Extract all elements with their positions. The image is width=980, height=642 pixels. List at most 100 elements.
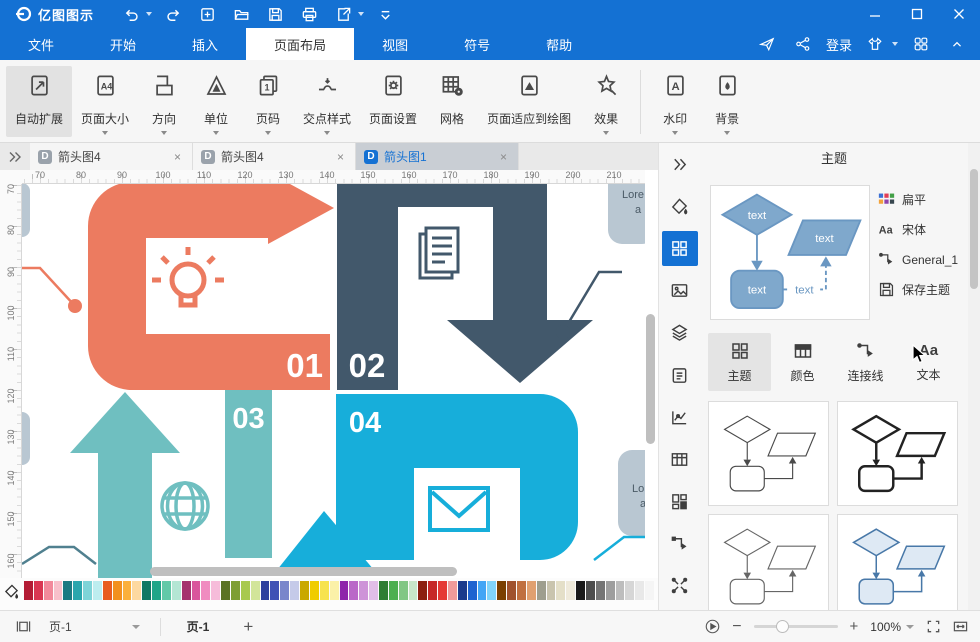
color-swatch[interactable]: [438, 581, 447, 600]
personalize-shirt-icon[interactable]: [862, 33, 888, 55]
shrink-icon[interactable]: [662, 568, 698, 603]
ribbon-button-auto-expand[interactable]: 自动扩展: [6, 66, 72, 137]
connector-orange[interactable]: [22, 268, 82, 313]
color-swatch[interactable]: [487, 581, 496, 600]
color-swatch[interactable]: [527, 581, 536, 600]
expand-library-panel-icon[interactable]: [0, 143, 30, 170]
menu-tab-开始[interactable]: 开始: [82, 28, 164, 60]
callout-top-right[interactable]: Lore a: [608, 178, 645, 244]
vscroll-thumb[interactable]: [646, 314, 655, 444]
color-swatch[interactable]: [280, 581, 289, 600]
maximize-button[interactable]: [896, 0, 938, 28]
collapse-ribbon-icon[interactable]: [944, 33, 970, 55]
color-swatch[interactable]: [359, 581, 368, 600]
color-swatch[interactable]: [44, 581, 53, 600]
color-swatch[interactable]: [418, 581, 427, 600]
horizontal-ruler[interactable]: 7080901001101201301401501601701801902002…: [22, 170, 645, 184]
color-swatch[interactable]: [389, 581, 398, 600]
page-panel-icon[interactable]: [16, 619, 31, 634]
color-swatch[interactable]: [566, 581, 575, 600]
panel-tab-文本[interactable]: Aa文本: [897, 333, 960, 391]
color-swatch[interactable]: [616, 581, 625, 600]
color-swatch[interactable]: [586, 581, 595, 600]
connector-dark[interactable]: [556, 272, 622, 339]
close-tab-icon[interactable]: ×: [497, 150, 510, 164]
close-button[interactable]: [938, 0, 980, 28]
color-swatch[interactable]: [201, 581, 210, 600]
color-swatch[interactable]: [162, 581, 171, 600]
fit-width-icon[interactable]: [953, 619, 968, 634]
fullscreen-icon[interactable]: [926, 619, 941, 634]
export-caret-icon[interactable]: [358, 12, 364, 16]
color-swatch[interactable]: [340, 581, 349, 600]
zoom-out-button[interactable]: −: [732, 618, 741, 636]
color-swatch[interactable]: [211, 581, 220, 600]
send-feedback-icon[interactable]: [754, 33, 780, 55]
theme-option-color-scheme[interactable]: 扁平: [878, 191, 966, 208]
color-swatch[interactable]: [399, 581, 408, 600]
color-swatch[interactable]: [73, 581, 82, 600]
connector-cyan-bottom[interactable]: [594, 537, 645, 560]
color-swatch[interactable]: [103, 581, 112, 600]
color-swatch[interactable]: [547, 581, 556, 600]
document-tab-箭头图4[interactable]: D箭头图4×: [30, 143, 193, 170]
apps-grid-icon[interactable]: [908, 33, 934, 55]
color-swatch[interactable]: [478, 581, 487, 600]
new-document-icon[interactable]: [194, 3, 220, 25]
theme-preview-card[interactable]: texttexttexttext: [710, 185, 870, 320]
color-swatch[interactable]: [192, 581, 201, 600]
add-page-button[interactable]: +: [243, 617, 253, 637]
chart-icon[interactable]: [662, 400, 698, 435]
color-swatch[interactable]: [300, 581, 309, 600]
panel-tab-主题[interactable]: 主题: [708, 333, 771, 391]
quadrant-03-shape[interactable]: 03: [70, 390, 272, 578]
ribbon-button-unit[interactable]: 单位: [190, 66, 242, 137]
color-swatch[interactable]: [152, 581, 161, 600]
undo-caret-icon[interactable]: [146, 12, 152, 16]
color-swatch[interactable]: [497, 581, 506, 600]
fill-bucket-icon[interactable]: [0, 579, 22, 603]
color-swatch[interactable]: [24, 581, 33, 600]
quadrant-02-shape[interactable]: 02: [337, 180, 593, 390]
expand-panel-icon[interactable]: [662, 147, 698, 182]
open-file-icon[interactable]: [228, 3, 254, 25]
color-swatch[interactable]: [409, 581, 418, 600]
color-swatch[interactable]: [428, 581, 437, 600]
page-selector-dropdown[interactable]: 页-1: [49, 618, 140, 635]
panel-scrollbar[interactable]: [968, 143, 980, 610]
callout-bottom-right[interactable]: Lor a: [618, 450, 645, 536]
color-swatch[interactable]: [379, 581, 388, 600]
ribbon-button-grid[interactable]: 网格: [426, 66, 478, 137]
ribbon-button-page-size[interactable]: A4页面大小: [72, 66, 138, 137]
ribbon-button-page-setup[interactable]: 页面设置: [360, 66, 426, 137]
color-swatch[interactable]: [63, 581, 72, 600]
hscroll-thumb[interactable]: [150, 567, 457, 576]
save-icon[interactable]: [262, 3, 288, 25]
print-icon[interactable]: [296, 3, 322, 25]
zoom-in-button[interactable]: +: [850, 618, 859, 635]
minimize-button[interactable]: [854, 0, 896, 28]
personalize-caret-icon[interactable]: [892, 42, 898, 46]
color-swatch[interactable]: [34, 581, 43, 600]
color-swatch[interactable]: [83, 581, 92, 600]
color-swatch[interactable]: [606, 581, 615, 600]
ribbon-button-effects[interactable]: 效果: [580, 66, 632, 137]
connector-style-icon[interactable]: [662, 526, 698, 561]
redo-icon[interactable]: [160, 3, 186, 25]
color-swatch[interactable]: [517, 581, 526, 600]
menu-tab-视图[interactable]: 视图: [354, 28, 436, 60]
close-tab-icon[interactable]: ×: [171, 150, 184, 164]
fill-style-icon[interactable]: [662, 189, 698, 224]
color-swatch[interactable]: [290, 581, 299, 600]
theme-option-save-theme[interactable]: 保存主题: [878, 281, 966, 298]
ribbon-button-background[interactable]: 背景: [701, 66, 753, 137]
color-swatch[interactable]: [330, 581, 339, 600]
theme-thumbnail-blue[interactable]: [837, 514, 958, 610]
toolbar-more-icon[interactable]: [372, 3, 398, 25]
color-swatch[interactable]: [448, 581, 457, 600]
color-swatch[interactable]: [507, 581, 516, 600]
color-swatch[interactable]: [537, 581, 546, 600]
document-tab-箭头图4[interactable]: D箭头图4×: [193, 143, 356, 170]
panel-tab-连接线[interactable]: 连接线: [834, 333, 897, 391]
login-button[interactable]: 登录: [826, 35, 852, 54]
